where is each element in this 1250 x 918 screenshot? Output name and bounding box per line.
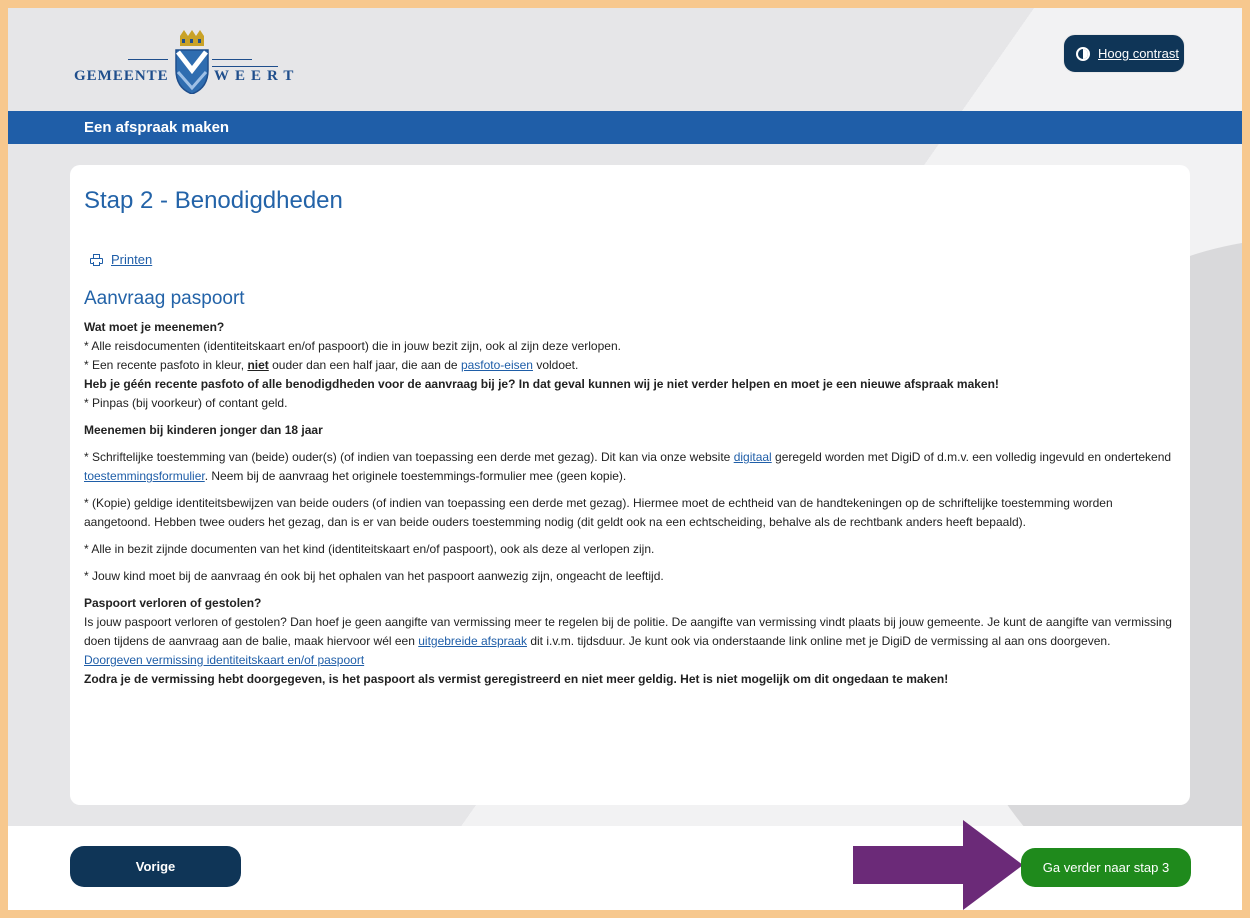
content-card: Stap 2 - Benodigdheden Printen Aanvraag … <box>70 165 1190 805</box>
logo-line <box>128 59 168 60</box>
printer-icon <box>90 253 103 266</box>
gemeente-weert-logo[interactable]: GEMEENTE WEERT <box>74 30 314 94</box>
text: geregeld worden met DigiD of d.m.v. een … <box>771 450 1172 464</box>
print-label: Printen <box>111 252 153 267</box>
logo-line <box>212 66 278 67</box>
text: * Een recente pasfoto in kleur, <box>84 358 248 372</box>
logo-word-right: WEERT <box>214 68 300 84</box>
text: ouder dan een half jaar, die aan de <box>268 358 461 372</box>
toestemmingsformulier-link[interactable]: toestemmingsformulier <box>84 469 205 483</box>
requirement-child-presence: * Jouw kind moet bij de aanvraag én ook … <box>84 569 664 583</box>
logo-word-left: GEMEENTE <box>74 68 169 84</box>
page-title: Een afspraak maken <box>84 119 230 136</box>
question-children: Meenemen bij kinderen jonger dan 18 jaar <box>84 423 323 437</box>
requirement-payment: * Pinpas (bij voorkeur) of contant geld. <box>84 396 288 410</box>
lost-passport-warning: Zodra je de vermissing hebt doorgegeven,… <box>84 672 949 686</box>
requirements-text: Wat moet je meenemen? * Alle reisdocumen… <box>84 318 1174 689</box>
emphasis-not: niet <box>247 358 269 372</box>
logo-line <box>212 59 252 60</box>
pasfoto-eisen-link[interactable]: pasfoto-eisen <box>461 358 533 372</box>
digitaal-link[interactable]: digitaal <box>734 450 772 464</box>
lost-passport-info: Is jouw paspoort verloren of gestolen? D… <box>84 613 1174 651</box>
report-lost-link[interactable]: Doorgeven vermissing identiteitskaart en… <box>84 653 364 667</box>
arrow-right-icon <box>853 820 1023 910</box>
question-lost-stolen: Paspoort verloren of gestolen? <box>84 596 262 610</box>
requirement-travel-documents: * Alle reisdocumenten (identiteitskaart … <box>84 339 621 353</box>
text: . Neem bij de aanvraag het originele toe… <box>204 469 627 483</box>
question-what-to-bring: Wat moet je meenemen? <box>84 320 225 334</box>
header: GEMEENTE WEERT Hoog contrast <box>8 8 1242 111</box>
text: * Schriftelijke toestemming van (beide) … <box>84 450 734 464</box>
text: voldoet. <box>532 358 579 372</box>
contrast-icon <box>1076 46 1090 61</box>
requirement-parental-consent: * Schriftelijke toestemming van (beide) … <box>84 448 1174 486</box>
step-heading: Stap 2 - Benodigdheden <box>84 187 343 214</box>
text: dit i.v.m. tijdsduur. Je kunt ook via on… <box>526 634 1111 648</box>
print-link[interactable]: Printen <box>90 252 152 267</box>
previous-button[interactable]: Vorige <box>70 846 241 887</box>
section-heading: Aanvraag paspoort <box>84 288 245 309</box>
page-frame: GEMEENTE WEERT Hoog contrast Een afspraa… <box>8 8 1242 910</box>
crest-icon <box>175 30 209 94</box>
uitgebreide-afspraak-link[interactable]: uitgebreide afspraak <box>418 634 527 648</box>
high-contrast-button[interactable]: Hoog contrast <box>1063 34 1185 73</box>
requirement-photo: * Een recente pasfoto in kleur, niet oud… <box>84 356 1174 375</box>
next-step-button[interactable]: Ga verder naar stap 3 <box>1021 848 1191 887</box>
page-title-bar: Een afspraak maken <box>8 111 1242 144</box>
requirement-parent-ids: * (Kopie) geldige identiteitsbewijzen va… <box>84 496 1113 529</box>
requirement-child-documents: * Alle in bezit zijnde documenten van he… <box>84 542 655 556</box>
high-contrast-label: Hoog contrast <box>1098 46 1179 61</box>
warning-text: Heb je géén recente pasfoto of alle beno… <box>84 377 999 391</box>
